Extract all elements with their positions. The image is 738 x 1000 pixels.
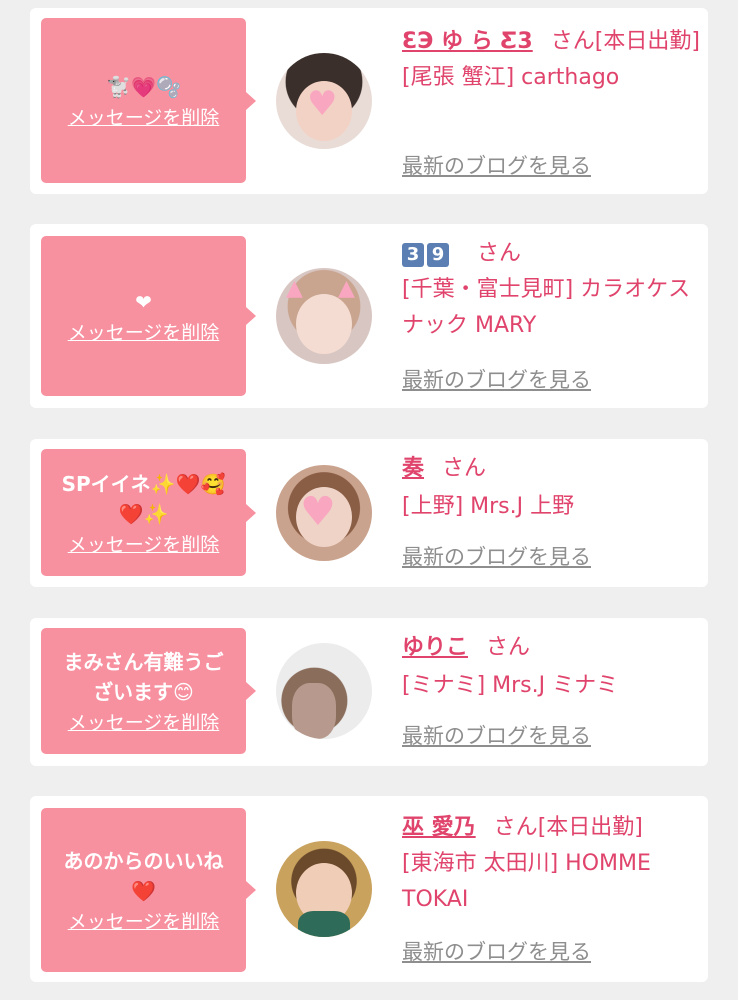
cat-ear-sticker-icon: ▲ [338,276,355,301]
message-bubble: あのからのいいね❤️ メッセージを削除 [41,808,256,972]
sender-info: ゆりこ さん [ミナミ] Mrs.J ミナミ [402,630,702,704]
honorific: さん [442,456,487,481]
avatar[interactable]: ▲ ▲ [276,268,372,364]
honorific: さん [477,241,522,266]
number-badge: 3 [402,243,424,267]
sender-name-link[interactable]: ƐЭ ゆ ら Ƹ3 [402,29,533,54]
sender-info: ƐЭ ゆ ら Ƹ3 さん[本日出勤] [尾張 蟹江] carthago [402,24,702,96]
sender-info: 39 さん [千葉・富士見町] カラオケスナック MARY [402,236,702,344]
avatar[interactable]: ♥ [276,465,372,561]
message-text: SPイイネ✨❤️🥰❤️✨ [61,471,226,526]
latest-blog-link[interactable]: 最新のブログを見る [402,366,591,394]
heart-sticker-icon: ♥ [307,84,338,124]
avatar[interactable] [276,841,372,937]
avatar[interactable] [276,643,372,739]
attendance-status: [本日出勤] [537,815,643,840]
latest-blog-link[interactable]: 最新のブログを見る [402,938,591,966]
heart-sticker-icon: ♥ [300,489,336,535]
delete-message-link[interactable]: メッセージを削除 [68,711,220,735]
attendance-status: [本日出勤] [594,29,700,54]
shop-name: [千葉・富士見町] カラオケスナック MARY [402,277,691,338]
honorific: さん [493,815,538,840]
message-bubble: 🐩💗🫧 メッセージを削除 [41,18,256,183]
message-bubble: ❤ メッセージを削除 [41,236,256,396]
message-card: ❤ メッセージを削除 ▲ ▲ 39 さん [千葉・富士見町] カラオケスナック … [30,224,708,408]
message-card: SPイイネ✨❤️🥰❤️✨ メッセージを削除 ♥ 奏さん [上野] Mrs.J 上… [30,439,708,587]
delete-message-link[interactable]: メッセージを削除 [68,910,220,934]
latest-blog-link[interactable]: 最新のブログを見る [402,543,591,571]
sender-name-link[interactable]: 奏 [402,456,424,481]
shop-name: [上野] Mrs.J 上野 [402,494,575,519]
shop-name: [東海市 太田川] HOMME TOKAI [402,851,651,912]
sender-info: 奏さん [上野] Mrs.J 上野 [402,451,702,525]
delete-message-link[interactable]: メッセージを削除 [68,321,220,345]
avatar[interactable]: ♥ [276,53,372,149]
sender-name-link[interactable]: ゆりこ [402,635,468,660]
message-card: 🐩💗🫧 メッセージを削除 ♥ ƐЭ ゆ ら Ƹ3 さん[本日出勤] [尾張 蟹江]… [30,8,708,194]
message-bubble: まみさん有難うございます😊 メッセージを削除 [41,628,256,754]
latest-blog-link[interactable]: 最新のブログを見る [402,152,591,180]
sender-name-badges[interactable]: 39 [402,241,459,267]
message-text: 🐩💗🫧 [106,74,181,99]
honorific: さん [486,635,531,660]
sender-info: 巫 愛乃 さん[本日出勤] [東海市 太田川] HOMME TOKAI [402,810,702,918]
figure-shape [292,683,336,739]
latest-blog-link[interactable]: 最新のブログを見る [402,722,591,750]
sender-name-link[interactable]: 巫 愛乃 [402,815,476,840]
message-text: ❤ [135,290,152,314]
delete-message-link[interactable]: メッセージを削除 [68,533,220,557]
shop-name: [尾張 蟹江] carthago [402,65,620,90]
message-bubble: SPイイネ✨❤️🥰❤️✨ メッセージを削除 [41,449,256,576]
message-card: まみさん有難うございます😊 メッセージを削除 ゆりこ さん [ミナミ] Mrs.J… [30,618,708,766]
honorific: さん [550,29,595,54]
cat-ear-sticker-icon: ▲ [286,276,303,301]
message-text: あのからのいいね❤️ [63,849,224,903]
delete-message-link[interactable]: メッセージを削除 [68,106,220,130]
number-badge: 9 [427,243,449,267]
message-card: あのからのいいね❤️ メッセージを削除 巫 愛乃 さん[本日出勤] [東海市 太田… [30,796,708,982]
message-text: まみさん有難うございます😊 [63,650,224,704]
shop-name: [ミナミ] Mrs.J ミナミ [402,673,619,698]
dress-shape [298,911,350,937]
